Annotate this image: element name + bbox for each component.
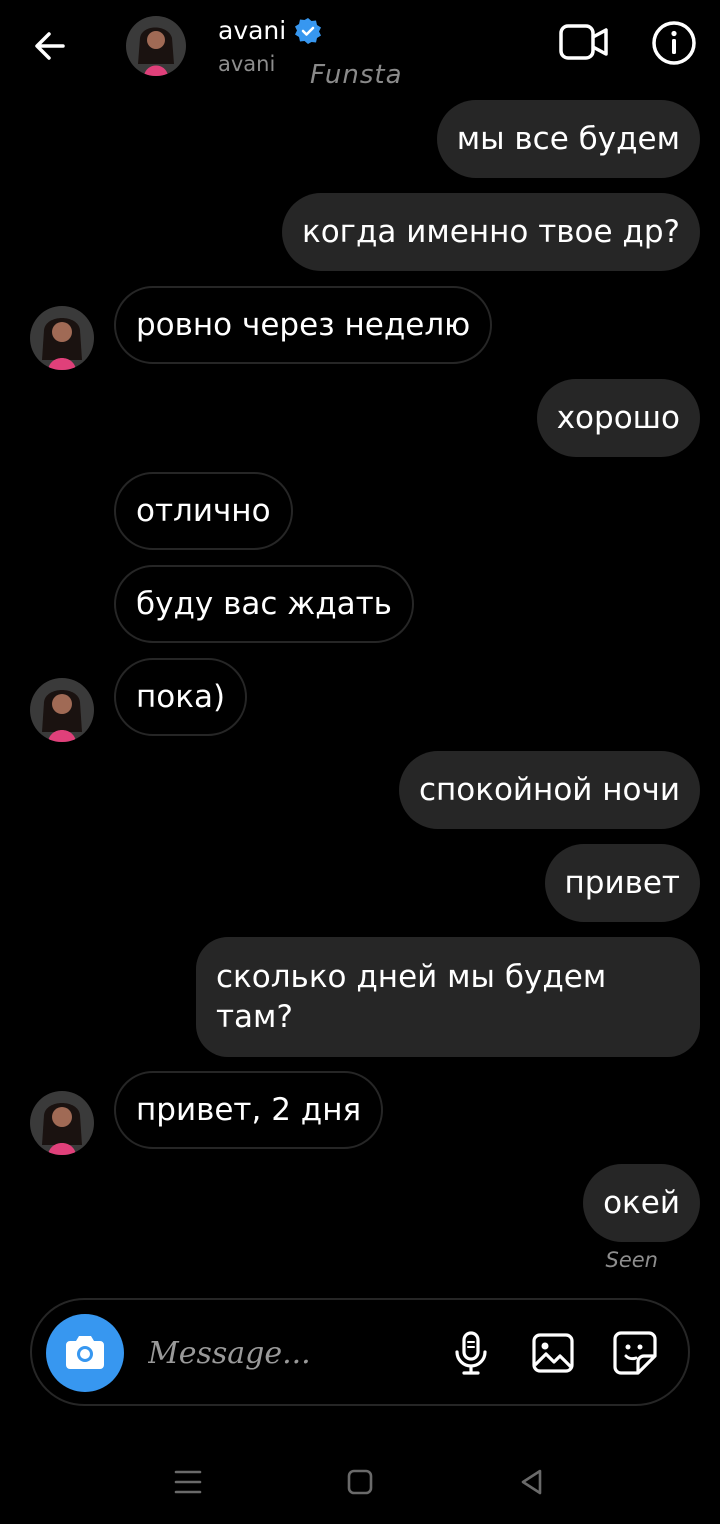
- microphone-icon: [455, 1331, 487, 1375]
- chat-header: avani avani Funsta: [0, 0, 720, 92]
- message-sent[interactable]: окей: [583, 1164, 700, 1242]
- gallery-button[interactable]: [528, 1328, 578, 1378]
- contact-name-row[interactable]: avani: [218, 16, 322, 45]
- back-triangle-icon: [521, 1469, 542, 1495]
- message-sent[interactable]: привет: [544, 844, 700, 922]
- back-arrow-icon: [35, 32, 65, 60]
- message-sent[interactable]: спокойной ночи: [398, 751, 700, 829]
- header-avatar[interactable]: [126, 16, 186, 76]
- contact-avatar[interactable]: [30, 1091, 94, 1155]
- message-received[interactable]: привет, 2 дня: [114, 1071, 384, 1149]
- back-button[interactable]: [28, 24, 72, 68]
- recent-apps-button[interactable]: [166, 1462, 210, 1502]
- info-icon: [652, 21, 696, 65]
- message-sent[interactable]: хорошо: [536, 379, 700, 457]
- message-received[interactable]: отлично: [114, 472, 293, 550]
- sticker-icon: [613, 1331, 657, 1375]
- system-nav-bar: [0, 1440, 720, 1524]
- menu-icon: [174, 1470, 202, 1494]
- message-received[interactable]: буду вас ждать: [114, 565, 414, 643]
- message-sent[interactable]: когда именно твое др?: [281, 193, 700, 271]
- home-button[interactable]: [338, 1462, 382, 1502]
- contact-avatar[interactable]: [30, 678, 94, 742]
- contact-avatar[interactable]: [30, 306, 94, 370]
- message-received[interactable]: пока): [114, 658, 248, 736]
- video-call-icon: [559, 24, 608, 60]
- seen-status: Seen: [605, 1248, 658, 1272]
- message-input[interactable]: [148, 1328, 398, 1378]
- gallery-icon: [532, 1333, 574, 1373]
- camera-button[interactable]: [46, 1314, 124, 1392]
- watermark: Funsta: [310, 60, 403, 90]
- contact-username: avani: [218, 52, 276, 76]
- verified-badge-icon: [295, 17, 322, 44]
- home-square-icon: [347, 1469, 373, 1495]
- contact-name: avani: [218, 16, 287, 45]
- message-sent[interactable]: сколько дней мы будем там?: [196, 937, 700, 1057]
- camera-icon: [66, 1336, 104, 1369]
- message-received[interactable]: ровно через неделю: [114, 286, 493, 364]
- message-sent[interactable]: мы все будем: [436, 100, 700, 178]
- microphone-button[interactable]: [446, 1328, 496, 1378]
- message-composer: [30, 1298, 690, 1406]
- info-button[interactable]: [650, 19, 698, 67]
- video-call-button[interactable]: [558, 20, 610, 64]
- system-back-button[interactable]: [510, 1462, 554, 1502]
- sticker-button[interactable]: [610, 1328, 660, 1378]
